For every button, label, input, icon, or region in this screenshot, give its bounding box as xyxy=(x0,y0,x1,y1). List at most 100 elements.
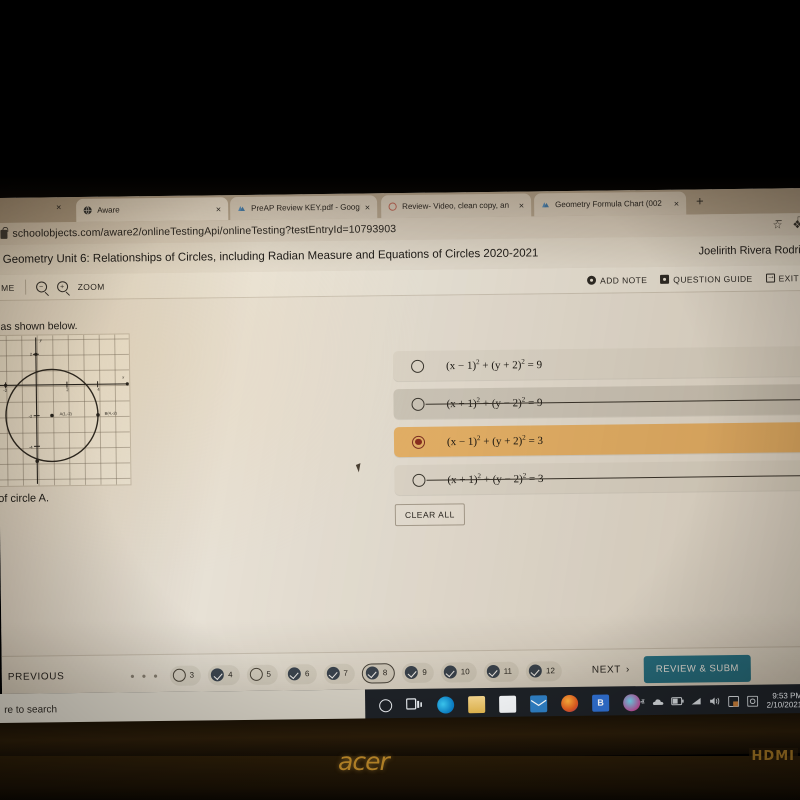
wifi-icon[interactable] xyxy=(690,696,702,707)
microsoft-store-icon[interactable] xyxy=(498,695,517,713)
exit-button[interactable]: EXIT xyxy=(765,273,799,283)
browser-tab-title: Aware xyxy=(97,205,120,215)
answered-check-icon xyxy=(486,664,500,679)
globe-icon xyxy=(83,206,92,215)
browser-tab-geometry-formula-chart[interactable]: Geometry Formula Chart (002 × xyxy=(533,191,687,217)
new-tab-button[interactable]: + xyxy=(696,193,704,208)
radio-button[interactable] xyxy=(412,473,426,487)
question-guide-label: QUESTION GUIDE xyxy=(673,273,753,285)
browser-tab-title: Geometry Formula Chart (002 xyxy=(555,198,662,210)
action-center-icon[interactable] xyxy=(728,695,740,707)
question-chip-12[interactable]: 12 xyxy=(525,660,563,682)
answer-option-a[interactable]: (x − 1)2 + (y + 2)2 = 9 xyxy=(392,345,800,382)
close-icon[interactable]: × xyxy=(365,202,370,212)
question-chip-11[interactable]: 11 xyxy=(483,661,520,682)
question-chip-7[interactable]: 7 xyxy=(323,663,355,684)
cortana-icon[interactable] xyxy=(379,698,393,712)
question-chip-3[interactable]: 3 xyxy=(169,665,202,686)
add-note-button[interactable]: ADD NOTE xyxy=(587,275,647,286)
answer-option-c[interactable]: (x − 1)2 + (y + 2)2 = 3 xyxy=(393,421,800,458)
review-and-submit-button[interactable]: REVIEW & SUBM xyxy=(643,654,752,684)
next-label: NEXT xyxy=(591,664,622,676)
chip-number: 4 xyxy=(228,670,233,680)
question-chip-10[interactable]: 10 xyxy=(440,661,477,683)
unanswered-icon xyxy=(249,667,263,681)
radio-button[interactable] xyxy=(411,397,425,411)
chip-number: 6 xyxy=(304,669,310,679)
circle-icon xyxy=(388,202,397,211)
browser-tab-review-video[interactable]: Review- Video, clean copy, an × xyxy=(380,193,532,219)
task-view-icon[interactable] xyxy=(405,696,423,713)
radio-button[interactable] xyxy=(411,359,425,373)
add-note-label: ADD NOTE xyxy=(600,274,648,286)
previous-button[interactable]: PREVIOUS xyxy=(8,671,65,683)
question-guide-button[interactable]: QUESTION GUIDE xyxy=(660,273,753,285)
graph-point-label-b: B(4,-2) xyxy=(104,410,117,416)
taskbar-clock[interactable]: 9:53 PM 2/10/2021 xyxy=(766,691,800,710)
question-body: cated on circle A, as shown below. xyxy=(0,291,800,656)
misc-tray-icon[interactable] xyxy=(747,695,759,707)
lock-icon xyxy=(0,229,8,239)
chevron-up-icon[interactable]: ⱏ xyxy=(640,697,645,708)
close-icon[interactable]: × xyxy=(519,200,524,210)
minimize-button[interactable]: – xyxy=(775,214,781,226)
answered-check-icon xyxy=(405,665,419,680)
address-bar-url: schoolobjects.com/aware2/onlineTestingAp… xyxy=(12,223,397,240)
browser-tab-preap-review[interactable]: PreAP Review KEY.pdf - Googl × xyxy=(230,195,378,221)
question-chip-6[interactable]: 6 xyxy=(284,663,317,685)
question-chip-4[interactable]: 4 xyxy=(207,664,240,685)
question-chip-9[interactable]: 9 xyxy=(402,662,434,683)
chip-number: 10 xyxy=(460,667,470,677)
window-controls: – □ xyxy=(775,214,800,226)
clock-time: 9:53 PM xyxy=(772,690,800,701)
next-button[interactable]: NEXT › xyxy=(592,664,630,675)
mail-icon[interactable] xyxy=(529,694,548,712)
laptop-base xyxy=(0,756,800,800)
chip-number: 11 xyxy=(503,666,513,676)
music-app-icon[interactable] xyxy=(622,693,641,711)
opt-text-pre: (x − 1) xyxy=(446,359,477,373)
laptop-screen: × Aware × PreAP Review KEY.pdf - Googl × xyxy=(0,188,800,728)
question-chip-5[interactable]: 5 xyxy=(246,664,279,685)
magnifier-minus-icon[interactable]: − xyxy=(35,281,47,293)
magnifier-plus-icon[interactable]: + xyxy=(56,281,68,293)
question-prompt: ne equation of circle A. xyxy=(0,492,50,505)
answer-option-text: (x − 1)2 + (y + 2)2 = 3 xyxy=(447,434,543,449)
drive-icon xyxy=(541,200,550,209)
coordinate-graph: A(1,-2) B(4,-2) y x 2 -2 -4 -4 -2 2 4 xyxy=(0,333,132,488)
hdmi-port-label: HDMI xyxy=(748,748,798,765)
clock-date: 2/10/2021 xyxy=(766,700,800,710)
question-chip-8-current[interactable]: 8 xyxy=(361,662,396,684)
firefox-icon[interactable] xyxy=(560,694,579,712)
overflow-tab-close-icon[interactable]: × xyxy=(56,202,61,212)
graph-tick-ym2: -2 xyxy=(28,413,33,419)
browser-tab-aware[interactable]: Aware × xyxy=(76,197,229,223)
answered-check-icon xyxy=(210,668,225,682)
home-button[interactable]: ME xyxy=(1,282,15,292)
b-app-icon[interactable]: B xyxy=(591,694,610,712)
answer-option-b[interactable]: (x + 1)2 + (y − 2)2 = 9 xyxy=(393,383,800,420)
close-icon[interactable]: × xyxy=(674,198,679,208)
photographed-laptop-screen: × Aware × PreAP Review KEY.pdf - Googl × xyxy=(0,0,800,800)
note-icon xyxy=(587,275,597,285)
edge-icon[interactable] xyxy=(436,695,455,714)
dark-photo-area xyxy=(0,0,800,200)
answered-check-icon xyxy=(287,667,302,681)
clear-all-button[interactable]: CLEAR ALL xyxy=(394,503,465,527)
graph-tick-ym4: -4 xyxy=(29,444,33,450)
graph-y-axis-label: y xyxy=(39,337,42,343)
taskbar-icons: B xyxy=(365,693,641,714)
acer-logo: acer xyxy=(338,747,390,776)
graph-tick-x4: 4 xyxy=(97,386,100,392)
radio-button-selected[interactable] xyxy=(411,435,426,449)
volume-icon[interactable] xyxy=(709,696,720,707)
graph-tick-xm2: -2 xyxy=(3,387,7,393)
battery-icon[interactable] xyxy=(671,696,685,707)
onedrive-icon[interactable] xyxy=(652,696,664,707)
answer-option-d[interactable]: (x + 1)2 + (y − 2)2 = 3 xyxy=(394,459,800,496)
close-icon[interactable]: × xyxy=(216,204,221,214)
file-explorer-icon[interactable] xyxy=(467,695,486,713)
chip-number: 3 xyxy=(189,670,195,680)
chip-number: 9 xyxy=(422,667,427,677)
graph-x-axis-label: x xyxy=(122,374,125,380)
